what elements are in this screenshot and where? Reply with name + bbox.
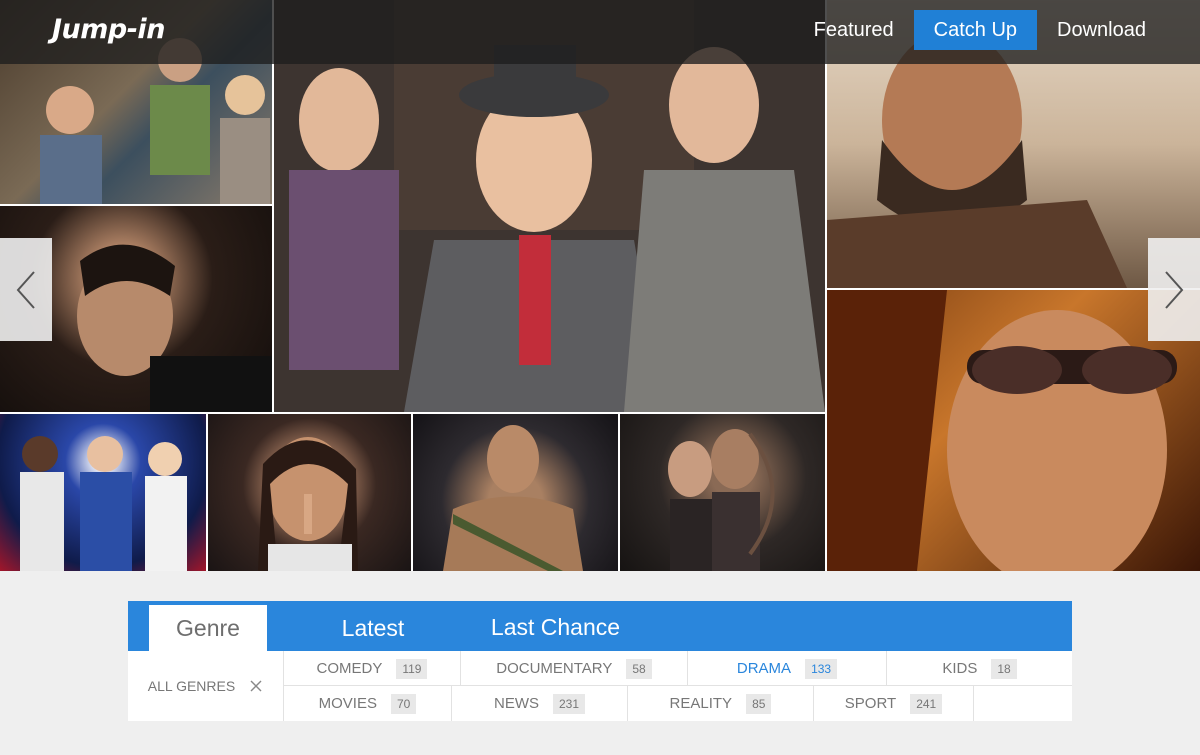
show-tile[interactable] — [208, 414, 411, 571]
genre-row: COMEDY 119 DOCUMENTARY 58 DRAMA 133 KIDS… — [283, 651, 1072, 686]
carousel-next-button[interactable] — [1148, 238, 1200, 341]
genre-label: DOCUMENTARY — [496, 660, 613, 677]
genre-movies[interactable]: MOVIES 70 — [283, 686, 451, 721]
main-nav: Featured Catch Up Download — [794, 10, 1166, 50]
jump-in-logo[interactable]: Jump-in — [52, 14, 165, 45]
genre-label: KIDS — [942, 660, 978, 677]
chevron-right-icon — [1165, 270, 1184, 309]
chevron-left-icon — [16, 270, 35, 309]
genre-count-badge: 119 — [396, 658, 428, 679]
genre-label: SPORT — [844, 695, 897, 712]
show-tile[interactable] — [827, 290, 1200, 571]
genre-count-badge: 70 — [391, 693, 417, 714]
genre-count-badge: 58 — [626, 658, 652, 679]
browse-tabs: Genre Latest Last Chance — [128, 601, 1072, 651]
genre-label: COMEDY — [316, 660, 383, 677]
genre-filter-grid: ALL GENRES COMEDY 119 DOCUMENTARY 58 DRA… — [128, 651, 1072, 721]
genre-label: NEWS — [493, 695, 539, 712]
all-genres-label: ALL GENRES — [147, 678, 236, 694]
show-tile[interactable] — [413, 414, 618, 571]
genre-label: REALITY — [669, 695, 733, 712]
page: Jump-in Featured Catch Up Download Genre… — [0, 0, 1200, 755]
tab-last-chance[interactable]: Last Chance — [473, 605, 638, 651]
genre-empty-cell — [973, 686, 1072, 721]
genre-count-badge: 133 — [805, 658, 838, 679]
browse-panel: Genre Latest Last Chance ALL GENRES COME… — [128, 601, 1072, 721]
genre-drama[interactable]: DRAMA 133 — [687, 651, 886, 686]
tab-genre[interactable]: Genre — [149, 605, 267, 651]
nav-catch-up[interactable]: Catch Up — [913, 10, 1038, 50]
genre-label: MOVIES — [318, 695, 377, 712]
nav-featured[interactable]: Featured — [794, 10, 914, 50]
genre-count-badge: 85 — [746, 693, 772, 714]
genre-sport[interactable]: SPORT 241 — [813, 686, 973, 721]
genre-label: DRAMA — [736, 660, 792, 677]
genre-count-badge: 231 — [552, 693, 586, 714]
nav-download[interactable]: Download — [1037, 10, 1166, 50]
genre-count-badge: 18 — [991, 658, 1017, 679]
genre-count-badge: 241 — [910, 693, 943, 714]
close-icon[interactable] — [249, 679, 263, 693]
genre-comedy[interactable]: COMEDY 119 — [283, 651, 460, 686]
show-tile[interactable] — [0, 414, 206, 571]
top-navigation-bar: Jump-in Featured Catch Up Download — [0, 0, 1200, 64]
genre-kids[interactable]: KIDS 18 — [886, 651, 1072, 686]
genre-reality[interactable]: REALITY 85 — [627, 686, 813, 721]
genre-row: MOVIES 70 NEWS 231 REALITY 85 SPORT 241 — [283, 686, 1072, 721]
show-tile[interactable] — [620, 414, 825, 571]
carousel-previous-button[interactable] — [0, 238, 52, 341]
all-genres-filter[interactable]: ALL GENRES — [128, 651, 283, 721]
genre-news[interactable]: NEWS 231 — [451, 686, 627, 721]
genre-documentary[interactable]: DOCUMENTARY 58 — [460, 651, 687, 686]
tab-latest[interactable]: Latest — [318, 605, 428, 651]
show-mosaic — [0, 0, 1200, 571]
